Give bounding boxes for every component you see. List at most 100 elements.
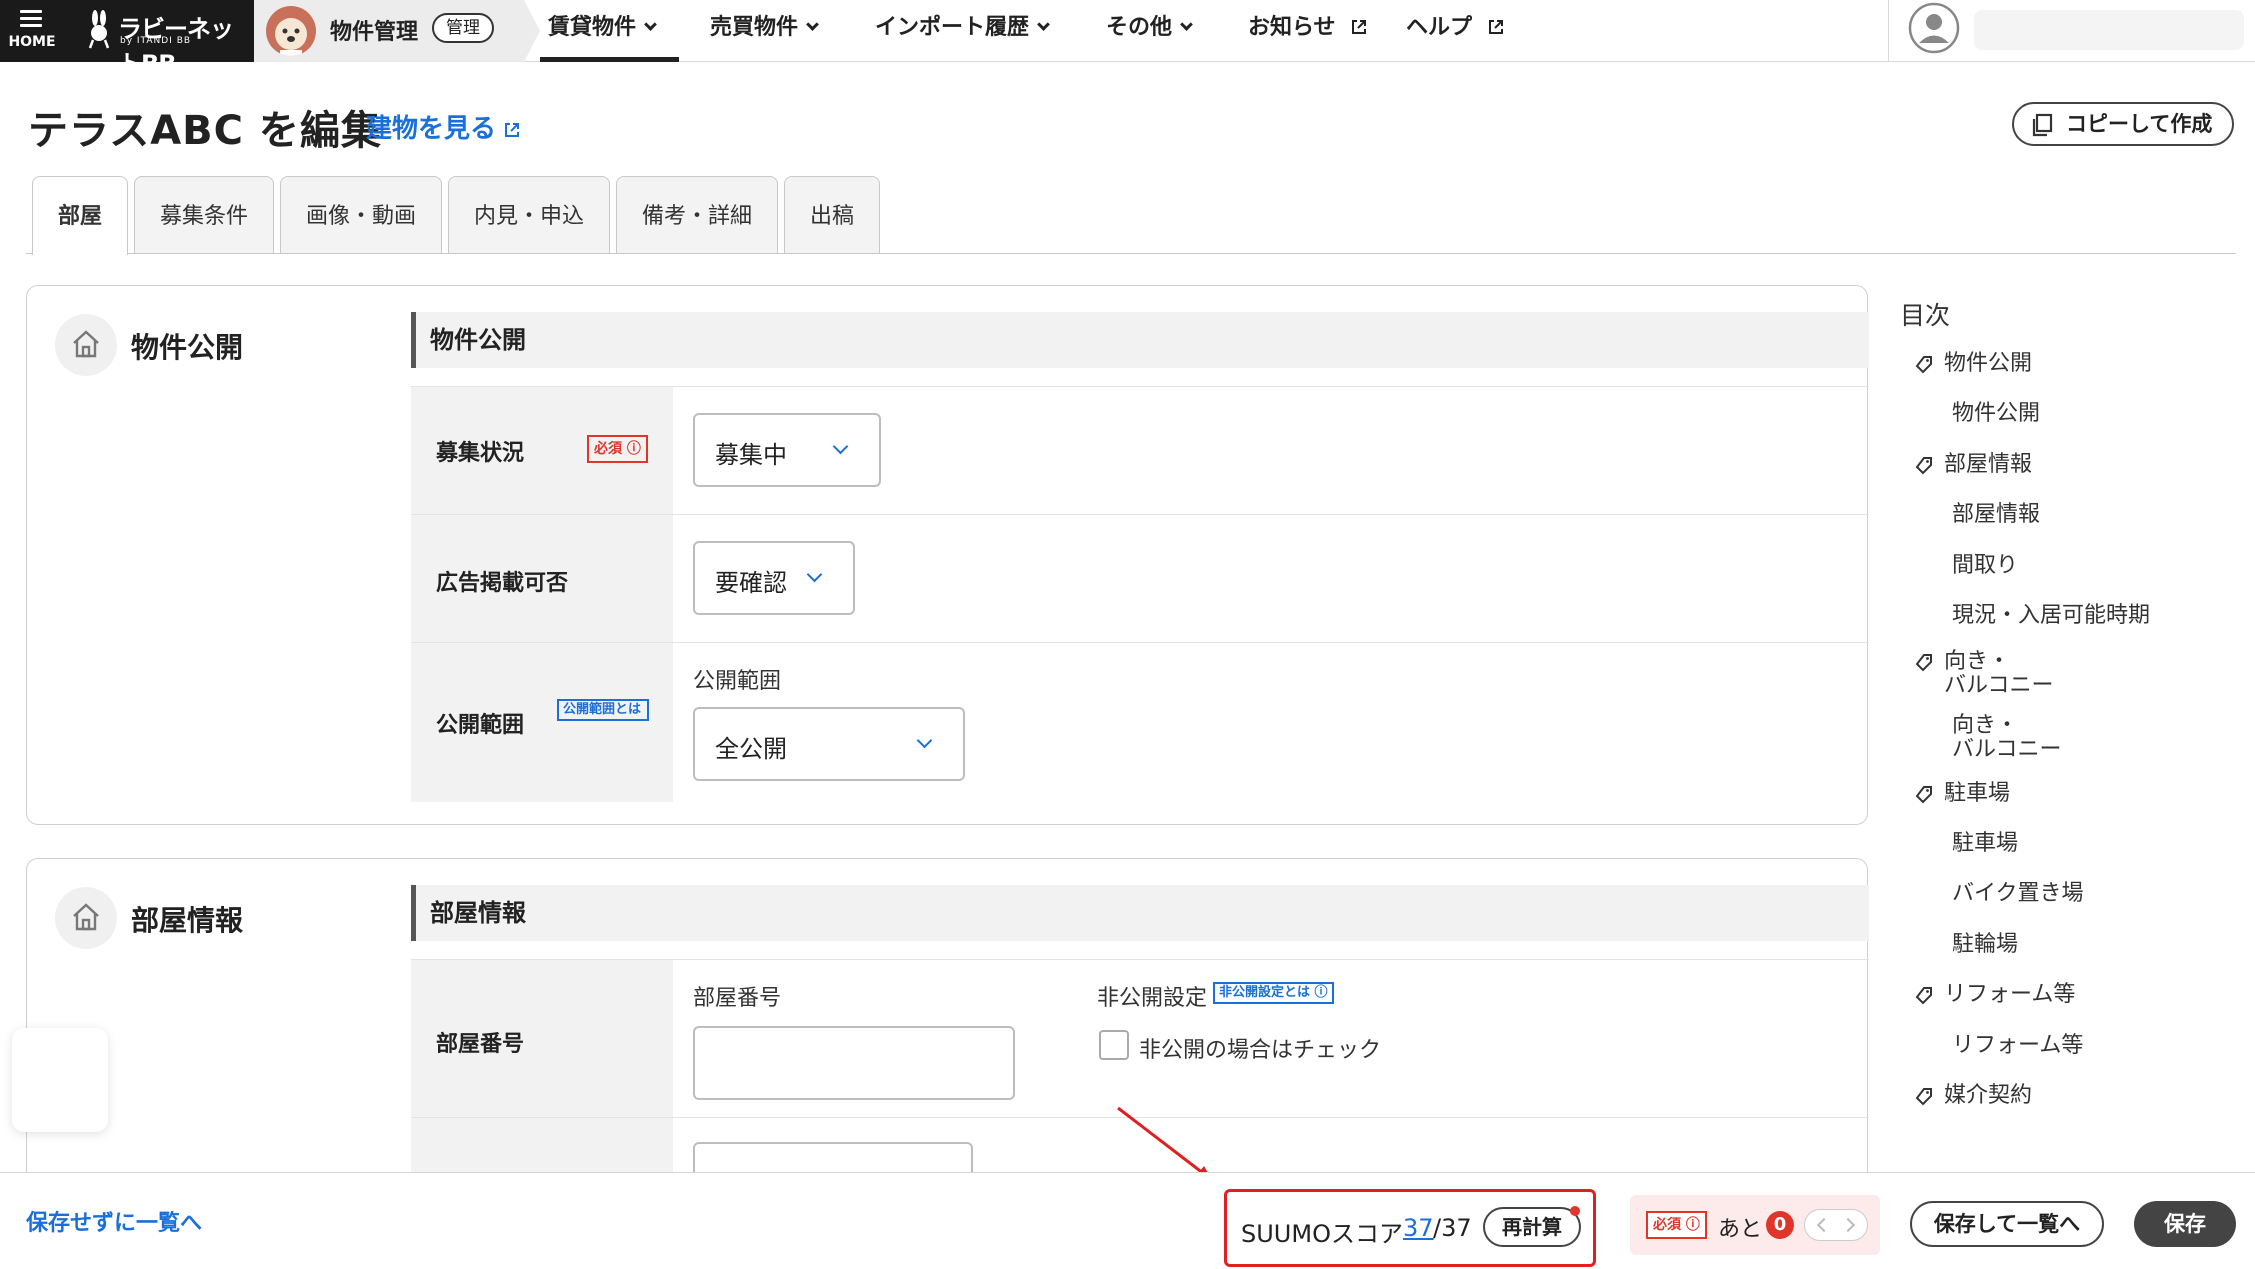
nav-help[interactable]: ヘルプ <box>1406 0 1504 62</box>
external-link-icon <box>505 123 520 137</box>
ad-select[interactable]: 要確認 <box>693 541 855 615</box>
tab-notes-details[interactable]: 備考・詳細 <box>616 176 778 254</box>
external-link-icon <box>1488 20 1503 34</box>
form-row-ad: 広告掲載可否 要確認 <box>411 514 1869 642</box>
status-label: 募集状況 <box>436 441 525 466</box>
private-caption: 非公開設定 <box>1097 986 1208 1011</box>
rabbit-logo-icon <box>88 10 110 49</box>
nav-import-history[interactable]: インポート履歴 <box>875 0 1050 62</box>
nav-news[interactable]: お知らせ <box>1248 0 1367 62</box>
chevron-down-icon <box>832 438 849 455</box>
view-building-link[interactable]: 建物を見る <box>366 108 520 145</box>
required-text: 必須 <box>1653 1217 1681 1233</box>
section-title: 物件公開 <box>131 331 244 364</box>
tab-underline <box>26 253 2236 254</box>
property-management-switch[interactable]: 物件管理 管理 <box>254 0 540 62</box>
floating-chat-widget[interactable] <box>12 1028 108 1132</box>
chevron-left-icon[interactable] <box>1816 1217 1832 1233</box>
private-checkbox-label: 非公開の場合はチェック <box>1139 1038 1382 1063</box>
home-menu-button[interactable]: HOME <box>0 0 64 62</box>
view-building-label: 建物を見る <box>366 114 497 144</box>
user-avatar-icon[interactable] <box>1908 2 1960 54</box>
nav-rental-label: 賃貸物件 <box>548 15 637 40</box>
topbar-divider <box>1888 0 1889 62</box>
copy-button-label: コピーして作成 <box>2066 112 2213 136</box>
room-number-label: 部屋番号 <box>436 1032 525 1057</box>
toc-item-label: 媒介契約 <box>1944 1083 2033 1108</box>
copy-icon <box>2032 113 2053 137</box>
suumo-score-max: /37 <box>1433 1214 1472 1242</box>
tab-recruitment[interactable]: 募集条件 <box>134 176 274 254</box>
toc-item[interactable]: 駐車場 <box>1914 782 2010 806</box>
tab-publishing[interactable]: 出稿 <box>784 176 880 254</box>
scope-info-badge[interactable]: 公開範囲とは <box>557 699 649 721</box>
chevron-down-icon <box>1180 18 1193 31</box>
toc-item[interactable]: 物件公開 <box>1952 402 2040 426</box>
chevron-right-icon[interactable] <box>1840 1217 1856 1233</box>
home-label: HOME <box>8 34 56 50</box>
remaining-label: あと <box>1718 1217 1763 1242</box>
tab-images-video[interactable]: 画像・動画 <box>280 176 442 254</box>
user-name-field[interactable] <box>1974 10 2244 50</box>
toc-item[interactable]: 部屋情報 <box>1952 503 2040 527</box>
toc-item[interactable]: 現況・入居可能時期 <box>1952 604 2150 628</box>
required-remaining-box: 必須 ⓘ あと 0 <box>1630 1195 1880 1255</box>
suumo-score-value[interactable]: 37 <box>1403 1214 1434 1242</box>
required-pager[interactable] <box>1804 1209 1868 1241</box>
nav-sale[interactable]: 売買物件 <box>710 0 819 62</box>
section-title: 部屋情報 <box>131 904 244 937</box>
status-select[interactable]: 募集中 <box>693 413 881 487</box>
toc-item-label: 向き・ バルコニー <box>1944 649 2054 698</box>
toc-item[interactable]: 媒介契約 <box>1914 1084 2032 1108</box>
required-badge: 必須 ⓘ <box>1646 1211 1707 1239</box>
toc-item[interactable]: 駐車場 <box>1952 832 2018 856</box>
tag-icon <box>1915 786 1932 804</box>
top-bar: HOME ラビーネットBB by ITANDI BB 物件管理 管理 賃貸物件 … <box>0 0 2255 78</box>
nav-news-label: お知らせ <box>1248 15 1336 40</box>
scope-select-value: 全公開 <box>715 735 787 763</box>
toc-item[interactable]: 向き・ バルコニー <box>1952 714 2062 762</box>
toc-item[interactable]: 向き・ バルコニー <box>1914 650 2054 698</box>
private-info-badge[interactable]: 非公開設定とは ⓘ <box>1213 982 1334 1004</box>
toc-item[interactable]: 部屋情報 <box>1914 453 2032 477</box>
external-link-icon <box>1352 20 1367 34</box>
tab-viewing-application[interactable]: 内見・申込 <box>448 176 610 254</box>
toc-item[interactable]: 駐輪場 <box>1952 933 2018 957</box>
suumo-score-box: SUUMOスコア 37 /37 再計算 <box>1224 1189 1596 1267</box>
status-select-value: 募集中 <box>715 441 787 469</box>
remaining-count: 0 <box>1766 1211 1794 1239</box>
brand-logo[interactable]: ラビーネットBB by ITANDI BB <box>64 0 254 78</box>
nav-other[interactable]: その他 <box>1106 0 1193 62</box>
toc-item[interactable]: 間取り <box>1952 554 2018 578</box>
room-info-section: 部屋情報 部屋情報 部屋番号 部屋番号 非公開設定 非公開設定とは ⓘ 非公開の… <box>26 858 1869 1218</box>
scope-label: 公開範囲 <box>436 713 525 738</box>
private-checkbox[interactable] <box>1099 1030 1129 1060</box>
copy-and-create-button[interactable]: コピーして作成 <box>2012 102 2234 146</box>
back-without-save-link[interactable]: 保存せずに一覧へ <box>26 1205 202 1237</box>
form-row-status: 募集状況 必須 ⓘ 募集中 <box>411 386 1869 514</box>
save-and-list-button[interactable]: 保存して一覧へ <box>1910 1201 2104 1247</box>
toc-item-label: 駐車場 <box>1944 781 2011 806</box>
help-icon: ⓘ <box>1685 1217 1700 1233</box>
toc-item[interactable]: バイク置き場 <box>1952 882 2084 906</box>
nav-import-label: インポート履歴 <box>875 15 1030 40</box>
room-number-input[interactable] <box>693 1026 1015 1100</box>
scope-select[interactable]: 全公開 <box>693 707 965 781</box>
notification-dot-icon <box>1570 1206 1580 1216</box>
nav-rental[interactable]: 賃貸物件 <box>539 0 680 62</box>
toc-item[interactable]: リフォーム等 <box>1914 983 2075 1007</box>
recalculate-button[interactable]: 再計算 <box>1483 1207 1581 1247</box>
tab-room[interactable]: 部屋 <box>32 176 128 255</box>
toc-item[interactable]: リフォーム等 <box>1952 1034 2083 1058</box>
mgmt-badge: 管理 <box>432 13 494 43</box>
toc-item[interactable]: 物件公開 <box>1914 352 2032 376</box>
room-number-caption: 部屋番号 <box>693 986 782 1011</box>
toc-item-label: リフォーム等 <box>1944 982 2076 1007</box>
nav-other-label: その他 <box>1106 15 1173 40</box>
publish-section: 物件公開 物件公開 募集状況 必須 ⓘ 募集中 広告掲載可否 要確認 公開範囲 … <box>26 285 1869 825</box>
chevron-down-icon <box>806 566 823 583</box>
toc-title: 目次 <box>1900 301 1951 330</box>
toc-item-label: 物件公開 <box>1944 351 2033 376</box>
save-button[interactable]: 保存 <box>2134 1201 2236 1247</box>
mascot-avatar-icon <box>266 6 316 56</box>
